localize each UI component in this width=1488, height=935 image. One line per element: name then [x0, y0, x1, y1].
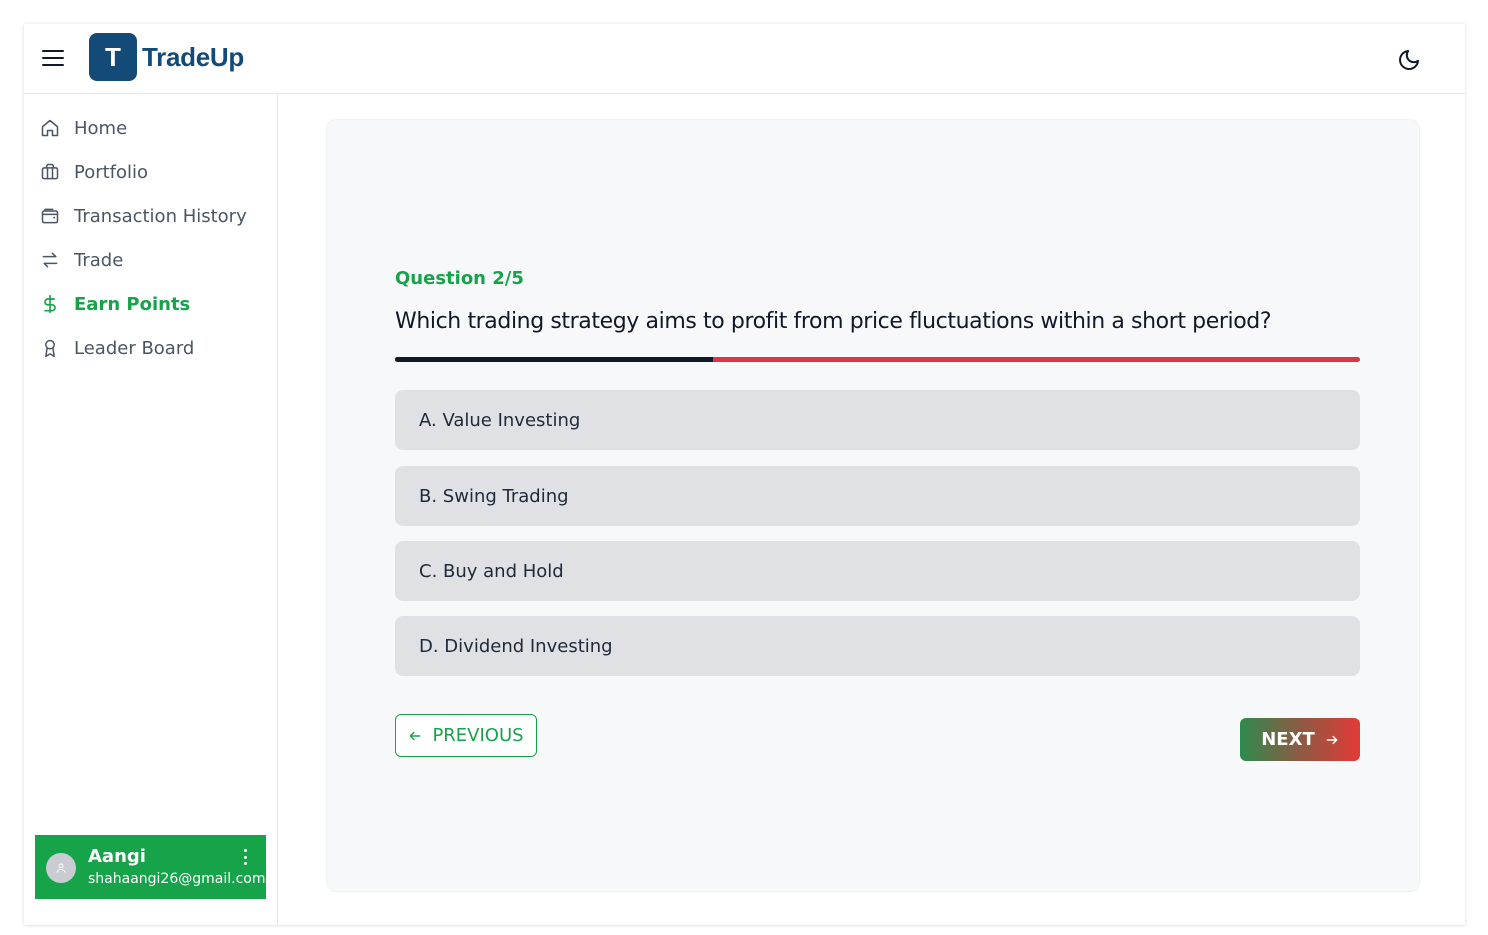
sidebar-item-earn-points[interactable]: Earn Points	[40, 289, 190, 319]
sidebar-item-home[interactable]: Home	[40, 113, 127, 143]
avatar	[46, 853, 76, 883]
sidebar-item-label: Earn Points	[74, 293, 191, 315]
briefcase-icon	[41, 163, 59, 180]
app-name: TradeUp	[142, 42, 244, 72]
more-vertical-icon[interactable]	[242, 849, 248, 865]
sidebar-item-transaction-history[interactable]: Transaction History	[40, 201, 247, 231]
user-email: shahaangi26@gmail.com	[88, 871, 266, 887]
sidebar-item-label: Leader Board	[74, 337, 195, 359]
sidebar-item-leader-board[interactable]: Leader Board	[40, 333, 194, 363]
sidebar-item-label: Transaction History	[74, 205, 247, 227]
sidebar-item-label: Home	[74, 117, 128, 139]
previous-button-label: PREVIOUS	[432, 725, 524, 746]
dollar-icon	[44, 294, 56, 314]
quiz-progress-fill	[395, 357, 714, 362]
user-name: Aangi	[88, 846, 146, 867]
next-button[interactable]: NEXT	[1240, 718, 1360, 761]
answer-option-a[interactable]: A. Value Investing	[395, 390, 1360, 450]
sidebar-item-portfolio[interactable]: Portfolio	[40, 157, 148, 187]
arrow-right-icon	[1326, 735, 1338, 744]
sidebar-item-trade[interactable]: Trade	[40, 245, 123, 275]
question-text: Which trading strategy aims to profit fr…	[395, 309, 1272, 334]
answer-option-d[interactable]: D. Dividend Investing	[395, 616, 1360, 676]
sidebar-item-label: Portfolio	[74, 161, 149, 183]
app-window: T TradeUp Home Portfolio Transaction His…	[24, 24, 1465, 925]
sidebar: Home Portfolio Transaction History Trade…	[24, 94, 278, 925]
sidebar-item-label: Trade	[74, 249, 124, 271]
award-icon	[45, 339, 55, 358]
arrow-left-icon	[410, 731, 421, 740]
answer-option-c[interactable]: C. Buy and Hold	[395, 541, 1360, 601]
home-icon	[41, 119, 59, 137]
moon-icon[interactable]	[1397, 48, 1421, 72]
quiz-card: Question 2/5 Which trading strategy aims…	[326, 119, 1420, 892]
quiz-progress-bar	[395, 357, 1360, 362]
wallet-icon	[41, 208, 59, 224]
top-header: T TradeUp	[24, 24, 1465, 94]
logo-icon: T	[89, 33, 137, 81]
previous-button[interactable]: PREVIOUS	[395, 714, 537, 757]
arrows-swap-icon	[42, 252, 58, 268]
user-card[interactable]: Aangi shahaangi26@gmail.com	[35, 835, 266, 899]
question-counter: Question 2/5	[395, 268, 524, 289]
next-button-label: NEXT	[1261, 729, 1315, 750]
answer-option-b[interactable]: B. Swing Trading	[395, 466, 1360, 526]
menu-icon[interactable]	[42, 46, 70, 70]
